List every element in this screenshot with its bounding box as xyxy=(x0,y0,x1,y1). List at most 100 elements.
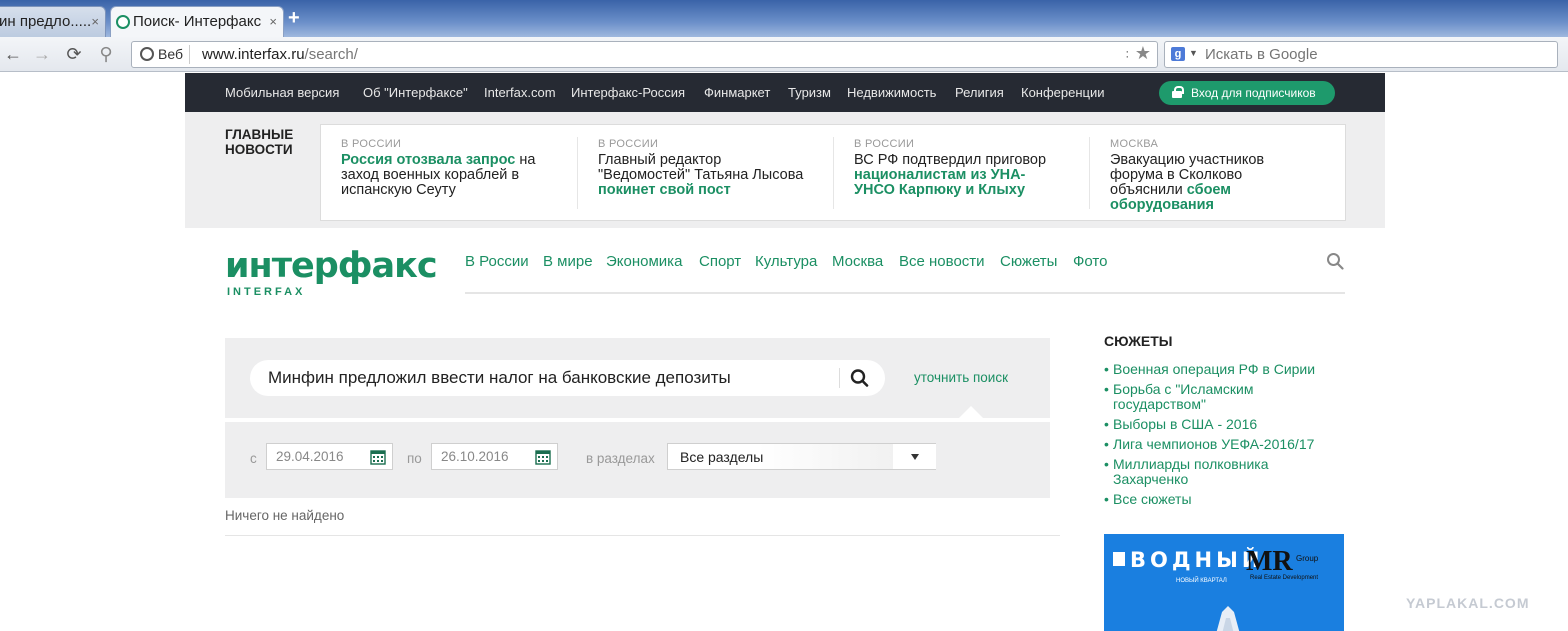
google-search-box[interactable]: g ▼ xyxy=(1164,41,1558,68)
headline-divider xyxy=(577,137,578,209)
subscriber-login-button[interactable]: Вход для подписчиков xyxy=(1159,81,1335,105)
menu-item-russia[interactable]: В России xyxy=(465,253,529,270)
from-date-input[interactable] xyxy=(276,447,366,466)
headline-category: В РОССИИ xyxy=(854,138,915,150)
search-icon[interactable] xyxy=(1326,252,1344,270)
menu-item-economy[interactable]: Экономика xyxy=(606,253,682,270)
headline-divider xyxy=(1089,137,1090,209)
calendar-icon[interactable] xyxy=(370,449,386,465)
rss-icon[interactable]: ∶ xyxy=(1126,47,1129,63)
headline-category: В РОССИИ xyxy=(598,138,659,150)
nav-link-conferences[interactable]: Конференции xyxy=(1021,85,1105,100)
chevron-down-icon[interactable]: ▼ xyxy=(1189,48,1198,58)
nav-link-interfax-russia[interactable]: Интерфакс-Россия xyxy=(571,85,685,100)
building-icon xyxy=(1216,606,1240,631)
back-arrow-icon[interactable]: ← xyxy=(2,43,24,65)
story-link[interactable]: Миллиарды полковника Захарченко xyxy=(1104,457,1344,487)
story-link[interactable]: Борьба с "Исламским государством" xyxy=(1104,382,1344,412)
google-icon[interactable]: g xyxy=(1171,47,1185,61)
menu-item-moscow[interactable]: Москва xyxy=(832,253,883,270)
tab-close-icon[interactable]: × xyxy=(269,7,277,36)
search-panel: уточнить поиск с по в разделах Все разде xyxy=(225,338,1050,498)
ad-developer-subtitle: Real Estate Development xyxy=(1250,575,1319,581)
url-text[interactable]: www.interfax.ru/search/ xyxy=(202,45,358,64)
tab-label: Поиск- Интерфакс xyxy=(133,13,262,30)
headline-divider xyxy=(833,137,834,209)
forward-arrow-icon[interactable]: → xyxy=(31,43,53,65)
ad-developer-group: Group xyxy=(1296,554,1319,563)
headline-item[interactable]: В РОССИИ ВС РФ подтвердил приговор национ… xyxy=(854,137,1066,198)
browser-toolbar: ← → ⟳ ⚲ Веб www.interfax.ru/search/ ∶ ★ … xyxy=(0,37,1568,72)
search-box xyxy=(250,360,885,396)
top-news-label: ГЛАВНЫЕ НОВОСТИ xyxy=(225,127,294,157)
headline-item[interactable]: МОСКВА Эвакуацию участников форума в Скол… xyxy=(1110,137,1300,213)
web-chip-label: Веб xyxy=(158,46,183,62)
logo-subtitle: INTERFAX xyxy=(227,286,306,298)
browser-tab-bar: ин предло..... × Поиск- Интерфакс × + xyxy=(0,0,1568,37)
to-label: по xyxy=(407,451,422,466)
top-news-box: В РОССИИ Россия отозвала запрос на заход … xyxy=(320,124,1346,221)
to-date-field[interactable] xyxy=(431,443,558,470)
stories-list: Военная операция РФ в Сирии Борьба с "Ис… xyxy=(1104,362,1344,512)
menu-item-culture[interactable]: Культура xyxy=(755,253,817,270)
headline-highlight[interactable]: Россия отозвала запрос xyxy=(341,152,515,168)
select-arrow-area[interactable] xyxy=(893,444,936,469)
tab-label: ин предло..... xyxy=(0,13,92,30)
to-date-input[interactable] xyxy=(441,447,531,466)
nav-link-finmarket[interactable]: Финмаркет xyxy=(704,85,770,100)
triangle-down-icon xyxy=(911,454,919,460)
search-bar-area: уточнить поиск xyxy=(225,338,1050,419)
advertisement-banner[interactable]: ВОДНЫЙ НОВЫЙ КВАРТАЛ MR Group Real Estat… xyxy=(1104,534,1344,631)
menu-item-world[interactable]: В мире xyxy=(543,253,593,270)
web-chip[interactable]: Веб xyxy=(136,45,190,64)
search-filters: с по в разделах Все разделы xyxy=(225,422,1050,498)
all-stories-link[interactable]: Все сюжеты xyxy=(1104,492,1344,508)
nav-link-realty[interactable]: Недвижимость xyxy=(847,85,936,100)
watermark: YAPLAKAL.COM xyxy=(1406,595,1530,611)
search-input[interactable] xyxy=(268,364,833,392)
globe-icon xyxy=(140,47,154,61)
headline-item[interactable]: В РОССИИ Россия отозвала запрос на заход … xyxy=(341,137,553,198)
reload-icon[interactable]: ⟳ xyxy=(63,43,85,65)
url-host: www.interfax.ru xyxy=(202,46,305,63)
story-link[interactable]: Военная операция РФ в Сирии xyxy=(1104,362,1344,378)
headline-item[interactable]: В РОССИИ Главный редактор "Ведомостей" Та… xyxy=(598,137,810,198)
calendar-icon[interactable] xyxy=(535,449,551,465)
menu-item-stories[interactable]: Сюжеты xyxy=(1000,253,1057,270)
new-tab-icon[interactable]: + xyxy=(288,8,306,28)
menu-item-sport[interactable]: Спорт xyxy=(699,253,741,270)
nav-link-about[interactable]: Об "Интерфаксе" xyxy=(363,85,468,100)
google-search-input[interactable] xyxy=(1205,44,1545,65)
sections-select-value: Все разделы xyxy=(680,449,764,465)
interfax-favicon-icon xyxy=(116,15,130,29)
tab-active[interactable]: Поиск- Интерфакс × xyxy=(110,6,284,37)
headline-category: МОСКВА xyxy=(1110,138,1159,150)
menu-item-all-news[interactable]: Все новости xyxy=(899,253,985,270)
ad-brand: ВОДНЫЙ xyxy=(1130,548,1264,572)
from-label: с xyxy=(250,451,257,466)
nav-link-tourism[interactable]: Туризм xyxy=(788,85,831,100)
refine-search-link[interactable]: уточнить поиск xyxy=(914,370,1008,385)
stories-title: СЮЖЕТЫ xyxy=(1104,333,1173,349)
key-icon[interactable]: ⚲ xyxy=(95,43,117,65)
nav-link-religion[interactable]: Религия xyxy=(955,85,1004,100)
tab-close-icon[interactable]: × xyxy=(91,7,99,36)
from-date-field[interactable] xyxy=(266,443,393,470)
url-path: /search/ xyxy=(304,46,358,63)
headline-highlight[interactable]: националистам из УНА-УНСО Карпюку и Клых… xyxy=(854,167,1025,198)
address-bar[interactable]: Веб www.interfax.ru/search/ ∶ ★ xyxy=(131,41,1158,68)
sections-select[interactable]: Все разделы xyxy=(667,443,936,470)
results-divider xyxy=(225,535,1060,536)
tab-previous[interactable]: ин предло..... × xyxy=(0,6,106,37)
nav-link-interfax-com[interactable]: Interfax.com xyxy=(484,85,556,100)
headline-highlight[interactable]: покинет свой пост xyxy=(598,182,731,198)
bookmark-star-icon[interactable]: ★ xyxy=(1135,43,1151,64)
menu-item-photo[interactable]: Фото xyxy=(1073,253,1107,270)
ad-developer-logo: MR xyxy=(1246,546,1293,577)
ad-logo-mark-icon xyxy=(1113,552,1125,566)
story-link[interactable]: Выборы в США - 2016 xyxy=(1104,417,1344,433)
interfax-logo[interactable]: интерфакс INTERFAX xyxy=(225,240,438,302)
nav-link-mobile[interactable]: Мобильная версия xyxy=(225,85,339,100)
search-button-icon[interactable] xyxy=(848,367,872,389)
story-link[interactable]: Лига чемпионов УЕФА-2016/17 xyxy=(1104,437,1344,453)
